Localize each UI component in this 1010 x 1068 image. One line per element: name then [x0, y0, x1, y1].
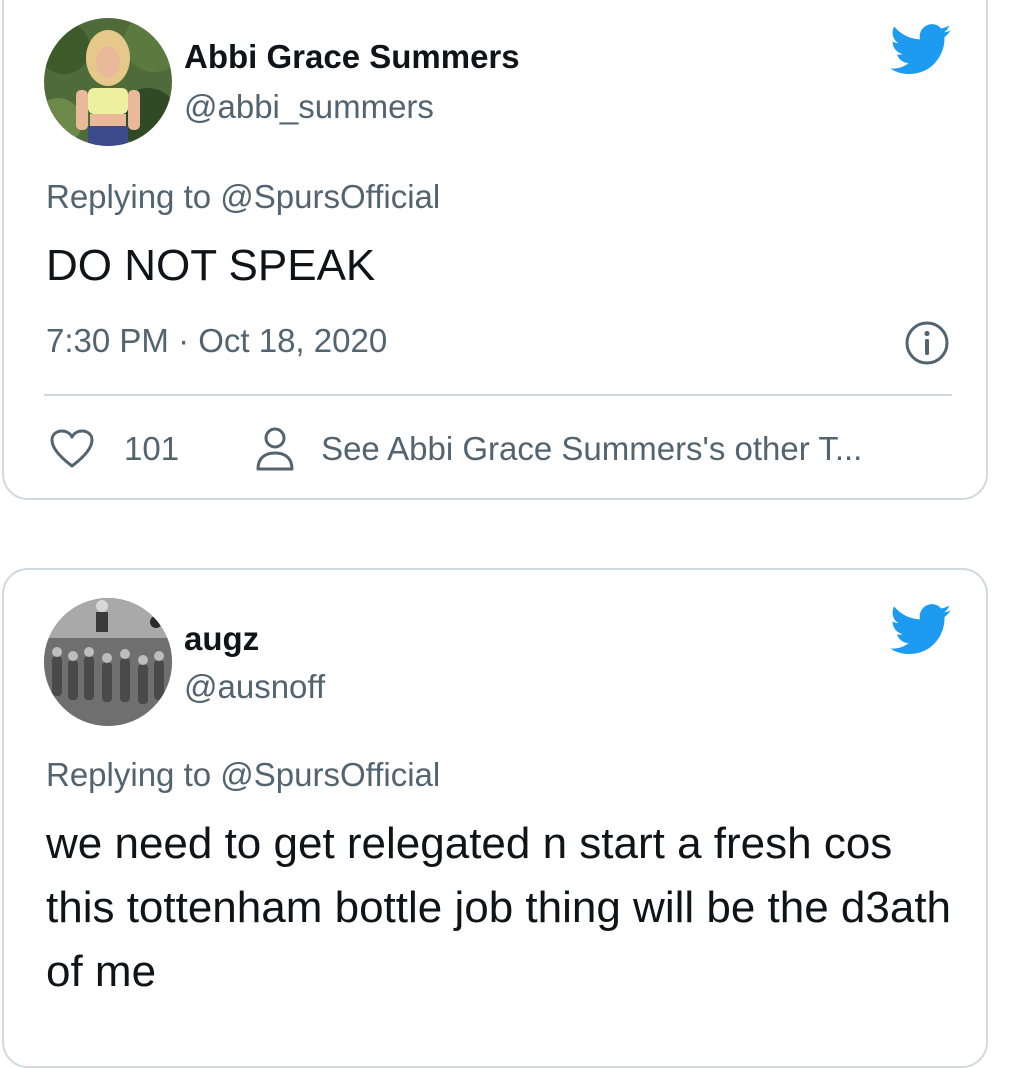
reply-mention-link[interactable]: @SpursOfficial [220, 178, 440, 215]
see-other-tweets-link[interactable]: See Abbi Grace Summers's other T... [321, 430, 862, 468]
person-icon[interactable] [255, 426, 295, 472]
heart-icon[interactable] [50, 429, 94, 469]
user-handle[interactable]: @abbi_summers [184, 88, 434, 126]
avatar[interactable] [44, 18, 172, 146]
user-handle[interactable]: @ausnoff [184, 668, 325, 706]
replying-to: Replying to @SpursOfficial [46, 178, 440, 216]
tweet-text: DO NOT SPEAK [46, 241, 376, 290]
replying-prefix: Replying to [46, 756, 212, 793]
twitter-bird-icon[interactable] [890, 24, 952, 76]
tweet-card[interactable]: Abbi Grace Summers @abbi_summers Replyin… [2, 0, 988, 500]
display-name[interactable]: Abbi Grace Summers [184, 38, 520, 76]
avatar[interactable] [44, 598, 172, 726]
divider [44, 394, 952, 396]
timestamp[interactable]: 7:30 PM · Oct 18, 2020 [46, 322, 387, 360]
replying-prefix: Replying to [46, 178, 212, 215]
twitter-bird-icon[interactable] [890, 604, 952, 656]
action-bar: 101 See Abbi Grace Summers's other T... [50, 424, 862, 474]
like-count: 101 [124, 430, 180, 467]
tweet-card[interactable]: augz @ausnoff Replying to @SpursOfficial… [2, 568, 988, 1068]
reply-mention-link[interactable]: @SpursOfficial [220, 756, 440, 793]
display-name[interactable]: augz [184, 620, 259, 658]
tweet-text: we need to get relegated n start a fresh… [46, 819, 952, 996]
replying-to: Replying to @SpursOfficial [46, 756, 440, 794]
info-icon[interactable] [904, 320, 950, 366]
